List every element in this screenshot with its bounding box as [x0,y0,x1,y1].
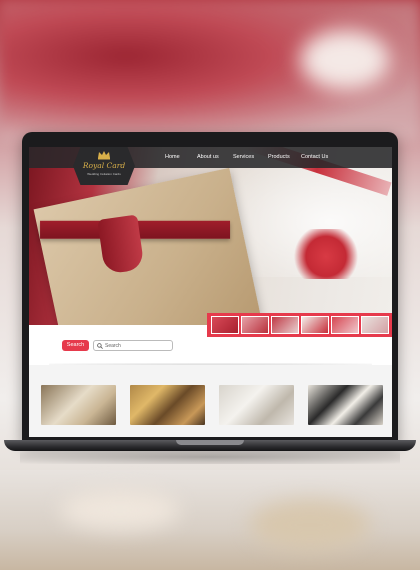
nav-home[interactable]: Home [165,154,180,160]
product-card-2[interactable] [130,385,205,425]
nav-contact-us[interactable]: Contact Us [301,154,328,160]
background-bokeh [250,500,370,550]
products-row [29,365,392,437]
laptop-shadow [20,450,400,464]
background-bokeh [300,30,390,90]
product-card-4[interactable] [308,385,383,425]
product-card-3[interactable] [219,385,294,425]
hero-thumbnail[interactable] [211,316,239,334]
hero-thumbnail[interactable] [331,316,359,334]
crown-icon [98,151,110,160]
hero-bow-image [291,229,361,279]
background-bokeh [60,490,180,530]
search-box [93,340,173,351]
hero-thumbnail[interactable] [241,316,269,334]
search-button[interactable]: Search [62,340,89,351]
nav-services[interactable]: Services [233,154,254,160]
hero-thumbnail[interactable] [271,316,299,334]
hero-thumbnail-strip [207,313,392,337]
nav-about-us[interactable]: About us [197,154,219,160]
product-card-1[interactable] [41,385,116,425]
laptop-notch [176,440,244,445]
search-input[interactable] [105,341,171,350]
hero-thumbnail[interactable] [361,316,389,334]
hero-envelope-image [33,167,261,325]
logo-name: Royal Card [82,161,126,170]
hero-thumbnail[interactable] [301,316,329,334]
logo-tagline: Wedding Invitation Cards [87,172,121,176]
search-icon [97,343,103,349]
laptop-screen: Home About us Services Products Contact … [29,147,392,437]
nav-products[interactable]: Products [268,154,290,160]
site-logo[interactable]: Royal Card Wedding Invitation Cards [73,147,135,185]
